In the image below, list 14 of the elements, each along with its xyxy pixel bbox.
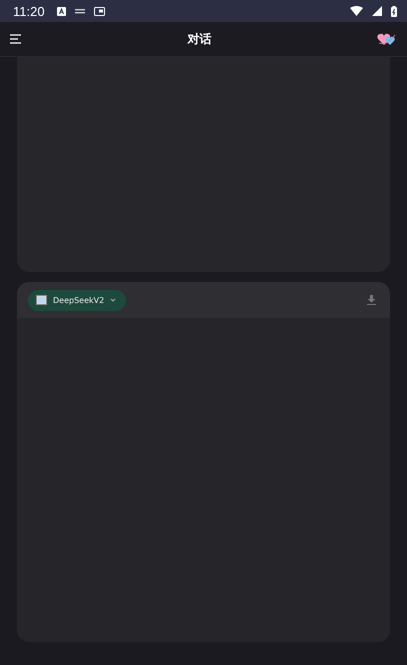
picture-in-picture-icon (94, 6, 105, 16)
battery-icon (391, 6, 397, 16)
hearts-icon[interactable] (377, 32, 397, 46)
model-selector[interactable]: DeepSeekV2 (28, 290, 126, 310)
image-icon (36, 295, 47, 305)
signal-icon (372, 6, 382, 16)
wifi-icon (350, 6, 363, 16)
download-button[interactable] (367, 295, 376, 305)
keyboard-icon (74, 8, 85, 14)
page-title: 对话 (188, 30, 212, 48)
keyboard-a-icon (56, 6, 66, 16)
caret-icon (110, 298, 116, 302)
menu-button[interactable] (10, 34, 22, 44)
status-time: 11:20 (13, 4, 45, 18)
